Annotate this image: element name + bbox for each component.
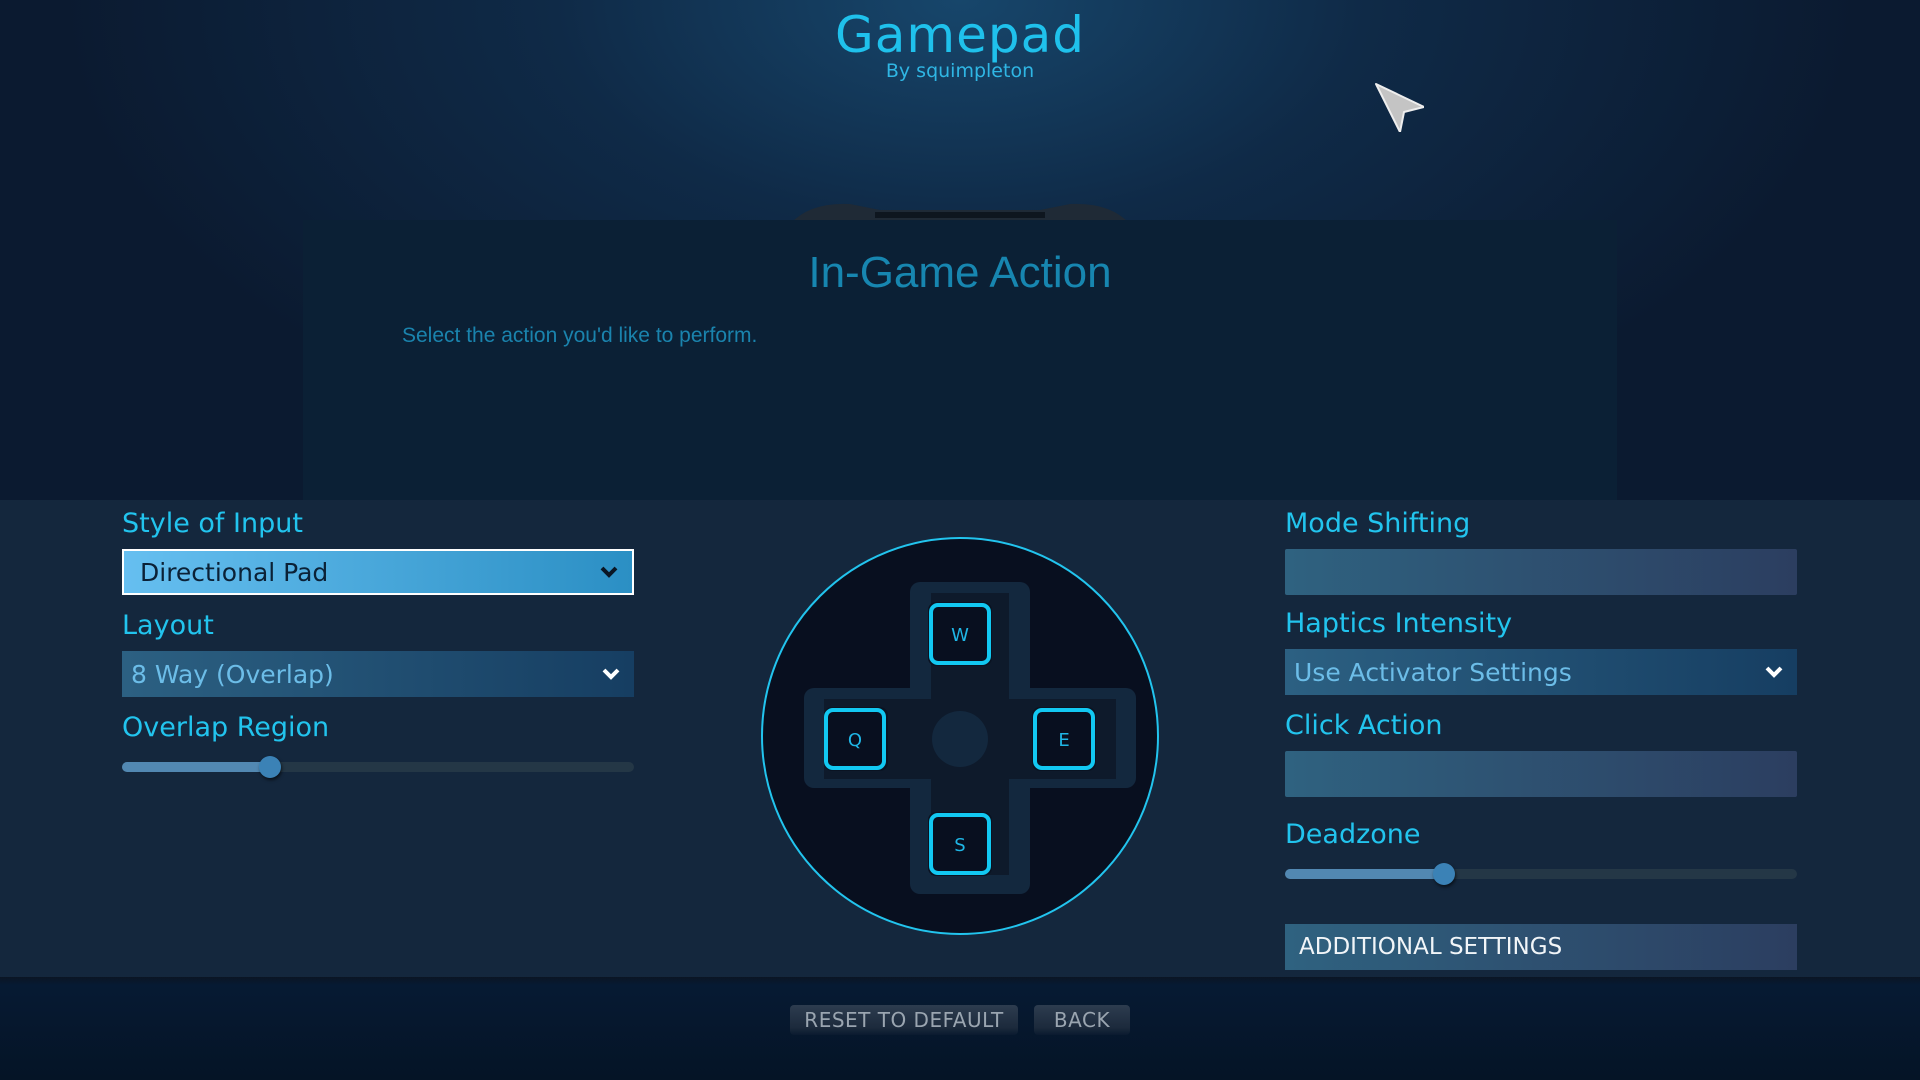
overlap-region-slider[interactable] bbox=[122, 756, 634, 778]
haptics-intensity-value: Use Activator Settings bbox=[1294, 657, 1572, 687]
style-of-input-label: Style of Input bbox=[122, 508, 303, 539]
key-right-label: E bbox=[1058, 730, 1069, 751]
layout-dropdown[interactable]: 8 Way (Overlap) bbox=[122, 651, 634, 697]
key-left-label: Q bbox=[848, 730, 862, 751]
key-down[interactable]: S bbox=[928, 812, 992, 876]
click-action-label: Click Action bbox=[1285, 710, 1443, 741]
dpad-icon: W Q E S bbox=[761, 537, 1159, 935]
mouse-cursor-icon bbox=[1375, 83, 1424, 132]
config-author: By squimpleton bbox=[885, 60, 1035, 82]
key-down-label: S bbox=[954, 835, 965, 856]
slider-fill bbox=[1285, 869, 1444, 879]
mode-shifting-button[interactable] bbox=[1285, 549, 1797, 595]
click-action-button[interactable] bbox=[1285, 751, 1797, 797]
slider-handle[interactable] bbox=[1432, 863, 1455, 885]
back-button[interactable]: BACK bbox=[1034, 1005, 1130, 1035]
chevron-down-icon bbox=[602, 668, 620, 680]
key-left[interactable]: Q bbox=[824, 707, 888, 771]
deadzone-slider[interactable] bbox=[1285, 863, 1797, 885]
reset-to-default-button[interactable]: RESET TO DEFAULT bbox=[790, 1005, 1018, 1035]
overlap-region-label: Overlap Region bbox=[122, 712, 330, 743]
deadzone-label: Deadzone bbox=[1285, 819, 1421, 850]
additional-settings-button[interactable]: ADDITIONAL SETTINGS bbox=[1285, 924, 1797, 970]
mode-shifting-label: Mode Shifting bbox=[1285, 508, 1471, 539]
dpad-center bbox=[932, 711, 988, 767]
action-panel: In-Game Action Select the action you'd l… bbox=[303, 220, 1617, 500]
panel-title: In-Game Action bbox=[808, 248, 1112, 297]
key-right[interactable]: E bbox=[1032, 707, 1096, 771]
slider-fill bbox=[122, 762, 271, 772]
layout-label: Layout bbox=[122, 610, 214, 641]
key-up[interactable]: W bbox=[928, 602, 992, 666]
haptics-intensity-dropdown[interactable]: Use Activator Settings bbox=[1285, 649, 1797, 695]
chevron-down-icon bbox=[1765, 666, 1783, 678]
panel-description: Select the action you'd like to perform. bbox=[402, 324, 758, 347]
style-of-input-dropdown[interactable]: Directional Pad bbox=[122, 549, 634, 595]
layout-value: 8 Way (Overlap) bbox=[131, 659, 334, 689]
config-title: Gamepad bbox=[835, 6, 1085, 64]
style-of-input-value: Directional Pad bbox=[140, 557, 329, 587]
chevron-down-icon bbox=[600, 566, 618, 578]
haptics-intensity-label: Haptics Intensity bbox=[1285, 608, 1513, 639]
key-up-label: W bbox=[951, 625, 969, 646]
